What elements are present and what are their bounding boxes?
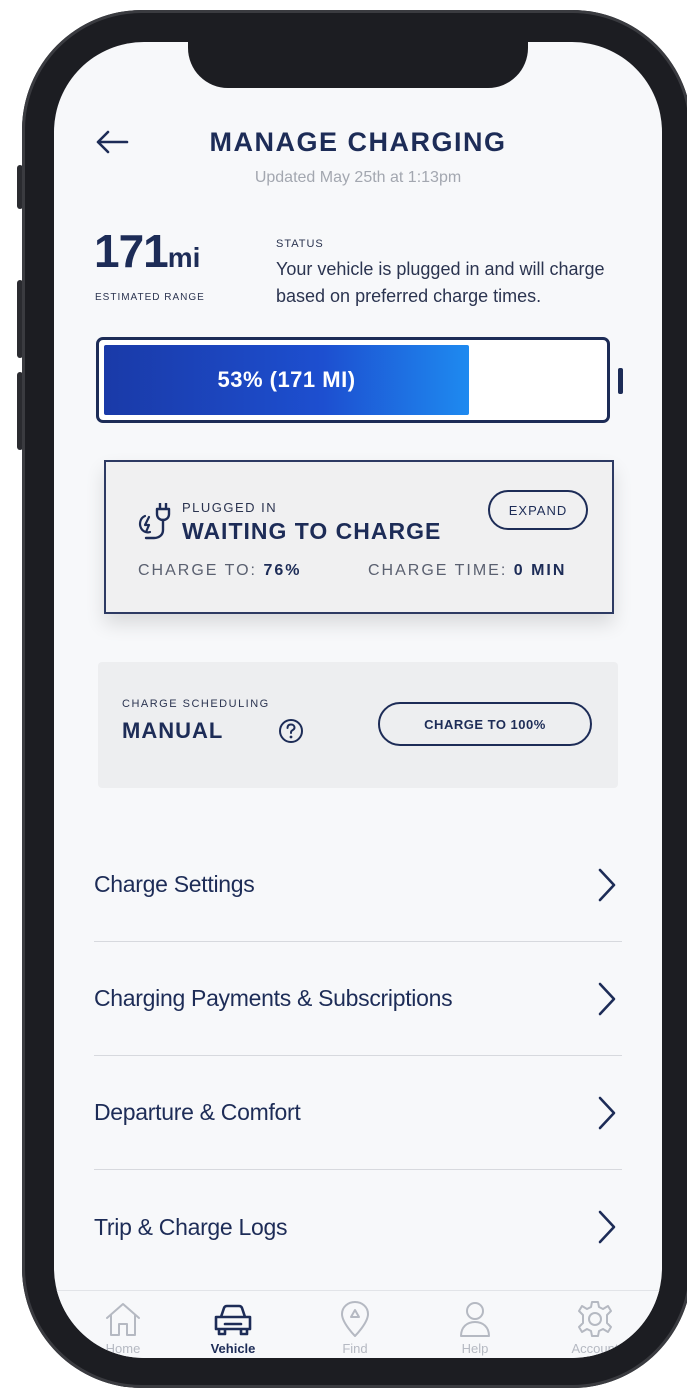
- charge-scheduling-card: CHARGE SCHEDULING MANUAL CHARGE TO 100%: [98, 662, 618, 788]
- range-unit: mi: [167, 242, 201, 273]
- tab-label: Help: [461, 1341, 489, 1356]
- menu-item-label: Departure & Comfort: [94, 1099, 301, 1125]
- charge-to-100-button[interactable]: CHARGE TO 100%: [378, 702, 592, 746]
- bottom-tab-bar: Home Vehicle Find Help Account: [54, 1290, 662, 1358]
- tab-label: Vehicle: [210, 1341, 256, 1356]
- charge-scheduling-value: MANUAL: [122, 718, 224, 743]
- phone-notch: [188, 42, 528, 88]
- battery-fill: 53% (171 MI): [104, 345, 469, 415]
- estimated-range-value: 171mi: [94, 228, 200, 274]
- chevron-right-icon: [598, 1096, 616, 1129]
- charge-time-value: 0 MIN: [513, 562, 567, 579]
- page-title: MANAGE CHARGING: [209, 127, 507, 157]
- last-updated-text: Updated May 25th at 1:13pm: [254, 169, 462, 186]
- charge-to-info: CHARGE TO: 76%: [138, 562, 301, 580]
- chevron-right-icon: [598, 1210, 616, 1244]
- menu-item-charging-payments[interactable]: Charging Payments & Subscriptions: [94, 942, 622, 1056]
- tab-vehicle[interactable]: Vehicle: [178, 1299, 288, 1358]
- menu-item-departure-comfort[interactable]: Departure & Comfort: [94, 1056, 622, 1170]
- gear-icon: [578, 1301, 612, 1337]
- range-number: 171: [94, 225, 169, 277]
- tab-label: Account: [571, 1341, 619, 1356]
- home-icon: [106, 1303, 140, 1336]
- battery-gauge: 53% (171 MI): [96, 337, 610, 423]
- location-pin-icon: [341, 1301, 369, 1337]
- car-icon: [214, 1304, 252, 1336]
- help-question-icon[interactable]: [278, 718, 304, 744]
- estimated-range-label: ESTIMATED RANGE: [95, 292, 205, 303]
- menu-item-label: Trip & Charge Logs: [94, 1213, 288, 1240]
- tab-help[interactable]: Help: [420, 1299, 530, 1358]
- charge-status-card: PLUGGED IN WAITING TO CHARGE EXPAND CHAR…: [104, 460, 614, 614]
- person-icon: [460, 1302, 490, 1337]
- menu-item-charge-settings[interactable]: Charge Settings: [94, 828, 622, 942]
- menu-item-label: Charge Settings: [94, 871, 255, 897]
- expand-button[interactable]: EXPAND: [488, 490, 588, 530]
- menu-item-trip-charge-logs[interactable]: Trip & Charge Logs: [94, 1170, 622, 1284]
- battery-terminal: [618, 368, 623, 394]
- tab-account[interactable]: Account: [540, 1299, 650, 1358]
- tab-label: Find: [342, 1341, 368, 1356]
- tab-label: Home: [105, 1341, 141, 1356]
- ev-plug-icon: [138, 503, 171, 540]
- chevron-right-icon: [598, 982, 616, 1015]
- menu-item-label: Charging Payments & Subscriptions: [94, 985, 453, 1011]
- battery-level-text: 53% (171 MI): [217, 367, 356, 392]
- status-text: Your vehicle is plugged in and will char…: [276, 259, 605, 306]
- tab-find[interactable]: Find: [300, 1299, 410, 1358]
- plugged-in-label: PLUGGED IN: [182, 500, 278, 515]
- app-screen: MANAGE CHARGING Updated May 25th at 1:13…: [54, 42, 662, 1358]
- charge-time-label: CHARGE TIME:: [368, 562, 508, 579]
- charge-to-value: 76%: [263, 562, 302, 579]
- chevron-right-icon: [598, 868, 616, 901]
- charge-state-label: WAITING TO CHARGE: [182, 518, 442, 544]
- status-label: STATUS: [276, 238, 324, 250]
- charge-time-info: CHARGE TIME: 0 MIN: [368, 562, 566, 580]
- tab-home[interactable]: Home: [68, 1299, 178, 1358]
- charge-scheduling-label: CHARGE SCHEDULING: [122, 698, 270, 710]
- charge-to-label: CHARGE TO:: [138, 562, 257, 579]
